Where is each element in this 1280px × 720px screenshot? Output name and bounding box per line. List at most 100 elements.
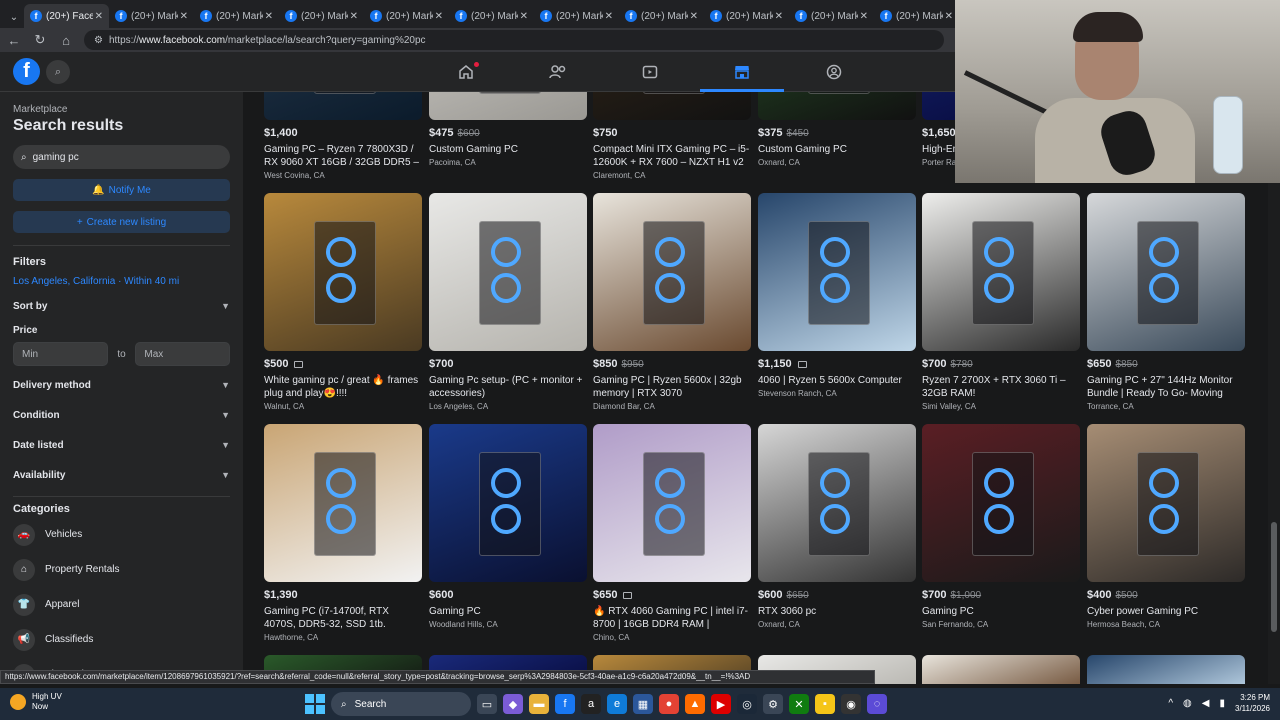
filter-dropdown[interactable]: Delivery method ▼ (13, 370, 230, 400)
browser-tab[interactable]: f (20+) Market✕ (789, 4, 874, 28)
search-input[interactable]: ⌕ gaming pc (13, 145, 230, 169)
close-icon[interactable]: ✕ (520, 11, 528, 22)
close-icon[interactable]: ✕ (860, 11, 868, 22)
max-price-input[interactable]: Max (135, 342, 230, 366)
listing-card[interactable]: $700 Gaming Pc setup- (PC + monitor + acc… (429, 193, 587, 411)
browser-tab[interactable]: f (20+) Market✕ (109, 4, 194, 28)
chevron-up-icon[interactable]: ^ (1168, 698, 1173, 709)
listing-card[interactable]: $1,390 Gaming PC (i7-14700f, RTX 4070S, D… (264, 424, 422, 642)
steam-icon[interactable]: ◎ (737, 694, 757, 714)
listing-card[interactable]: $600 $650 RTX 3060 pc Oxnard, CA (758, 424, 916, 629)
listing-title[interactable]: Gaming PC (i7-14700f, RTX 4070S, DDR5-32… (264, 605, 422, 631)
listing-card[interactable]: $650 🔥 RTX 4060 Gaming PC | intel i7-8700… (593, 424, 751, 642)
listing-photo[interactable] (922, 424, 1080, 582)
browser-tab[interactable]: f (20+) Market✕ (619, 4, 704, 28)
breadcrumb[interactable]: Marketplace (13, 104, 230, 115)
sticky-notes-icon[interactable]: ▪ (815, 694, 835, 714)
youtube-icon[interactable]: ▶ (711, 694, 731, 714)
listing-photo[interactable] (264, 92, 422, 120)
volume-icon[interactable]: ◀ (1202, 698, 1210, 709)
obs-icon[interactable]: ◉ (841, 694, 861, 714)
listing-photo[interactable] (593, 193, 751, 351)
listing-title[interactable]: Custom Gaming PC (429, 143, 587, 156)
listing-title[interactable]: Gaming Pc setup- (PC + monitor + accesso… (429, 374, 587, 400)
listing-title[interactable]: Ryzen 7 2700X + RTX 3060 Ti – 32GB RAM! (922, 374, 1080, 400)
close-icon[interactable]: ✕ (605, 11, 613, 22)
listing-title[interactable]: Compact Mini ITX Gaming PC – i5-12600K +… (593, 143, 751, 169)
tab-search-chevron-icon[interactable]: ⌄ (4, 6, 24, 28)
listing-card[interactable]: $700 $780 Ryzen 7 2700X + RTX 3060 Ti – 32… (922, 193, 1080, 411)
amazon-icon[interactable]: a (581, 694, 601, 714)
address-bar[interactable]: ⚙ https://www.facebook.com/marketplace/l… (84, 30, 944, 50)
app-icon[interactable]: ▲ (685, 694, 705, 714)
browser-tab[interactable]: f (20+) Market✕ (279, 4, 364, 28)
category-item[interactable]: 🚗 Vehicles (13, 517, 230, 552)
edge-icon[interactable]: e (607, 694, 627, 714)
sort-by-dropdown[interactable]: Sort by ▼ (13, 291, 230, 321)
listing-photo[interactable] (264, 193, 422, 351)
listing-photo[interactable] (1087, 655, 1245, 684)
filter-dropdown[interactable]: Availability ▼ (13, 460, 230, 490)
listing-photo[interactable] (1087, 193, 1245, 351)
back-arrow-icon[interactable]: ← (6, 33, 22, 48)
settings-icon[interactable]: ⚙ (763, 694, 783, 714)
listing-photo[interactable] (593, 424, 751, 582)
filter-dropdown[interactable]: Condition ▼ (13, 400, 230, 430)
listing-photo[interactable] (429, 424, 587, 582)
listing-card[interactable]: $475 $600 Custom Gaming PC Pacoima, CA (429, 92, 587, 167)
nav-profile[interactable] (788, 52, 880, 92)
site-info-icon[interactable]: ⚙ (94, 35, 103, 46)
listing-photo[interactable] (758, 92, 916, 120)
listing-photo[interactable] (1087, 424, 1245, 582)
listing-card[interactable]: $400 $500 Cyber power Gaming PC Hermosa Bea… (1087, 424, 1245, 629)
listing-photo[interactable] (922, 193, 1080, 351)
listing-title[interactable]: Gaming PC – Ryzen 7 7800X3D / RX 9060 XT… (264, 143, 422, 169)
notify-me-button[interactable]: 🔔 Notify Me (13, 179, 230, 201)
listing-title[interactable]: Gaming PC | Ryzen 5600x | 32gb memory | … (593, 374, 751, 400)
nav-video[interactable] (604, 52, 696, 92)
category-item[interactable]: ⌂ Property Rentals (13, 552, 230, 587)
file-explorer-icon[interactable]: ▬ (529, 694, 549, 714)
browser-tab[interactable]: f (20+) Market✕ (364, 4, 449, 28)
listing-photo[interactable] (922, 655, 1080, 684)
listing-title[interactable]: 4060 | Ryzen 5 5600x Computer (758, 374, 916, 387)
browser-tab[interactable]: f (20+) Market✕ (194, 4, 279, 28)
close-icon[interactable]: ✕ (95, 11, 103, 22)
calculator-icon[interactable]: ▦ (633, 694, 653, 714)
nav-marketplace[interactable] (696, 52, 788, 92)
category-item[interactable]: 📢 Classifieds (13, 622, 230, 657)
listing-title[interactable]: Cyber power Gaming PC (1087, 605, 1245, 618)
search-icon[interactable]: ⌕ (46, 60, 70, 84)
close-icon[interactable]: ✕ (775, 11, 783, 22)
listing-photo[interactable] (429, 193, 587, 351)
listing-photo[interactable] (758, 193, 916, 351)
listing-photo[interactable] (758, 424, 916, 582)
listing-card[interactable]: $500 White gaming pc / great 🔥 frames plu… (264, 193, 422, 411)
listing-title[interactable]: RTX 3060 pc (758, 605, 916, 618)
facebook-logo-icon[interactable]: f (13, 58, 40, 85)
listing-title[interactable]: White gaming pc / great 🔥 frames plug an… (264, 374, 422, 400)
listing-title[interactable]: Custom Gaming PC (758, 143, 916, 156)
listing-title[interactable]: Gaming PC (922, 605, 1080, 618)
listing-card[interactable]: $375 $450 Custom Gaming PC Oxnard, CA (758, 92, 916, 167)
nav-home[interactable] (420, 52, 512, 92)
battery-icon[interactable]: ▮ (1219, 698, 1225, 709)
close-icon[interactable]: ✕ (690, 11, 698, 22)
taskbar-search[interactable]: ⌕ Search (331, 692, 471, 716)
listing-card[interactable]: $650 $850 Gaming PC + 27" 144Hz Monitor Bu… (1087, 193, 1245, 411)
listing-photo[interactable] (593, 92, 751, 120)
clock[interactable]: 3:26 PM 3/11/2026 (1235, 692, 1270, 714)
min-price-input[interactable]: Min (13, 342, 108, 366)
close-icon[interactable]: ✕ (945, 11, 953, 22)
location-filter[interactable]: Los Angeles, California · Within 40 mi (13, 276, 230, 287)
listing-photo[interactable] (429, 92, 587, 120)
close-icon[interactable]: ✕ (435, 11, 443, 22)
create-listing-button[interactable]: + Create new listing (13, 211, 230, 233)
xbox-icon[interactable]: ✕ (789, 694, 809, 714)
task-view-icon[interactable]: ▭ (477, 694, 497, 714)
reload-icon[interactable]: ↻ (32, 32, 48, 48)
nav-friends[interactable] (512, 52, 604, 92)
listing-title[interactable]: 🔥 RTX 4060 Gaming PC | intel i7-8700 | 1… (593, 605, 751, 631)
network-icon[interactable]: ◍ (1183, 698, 1192, 709)
copilot-icon[interactable]: ◆ (503, 694, 523, 714)
